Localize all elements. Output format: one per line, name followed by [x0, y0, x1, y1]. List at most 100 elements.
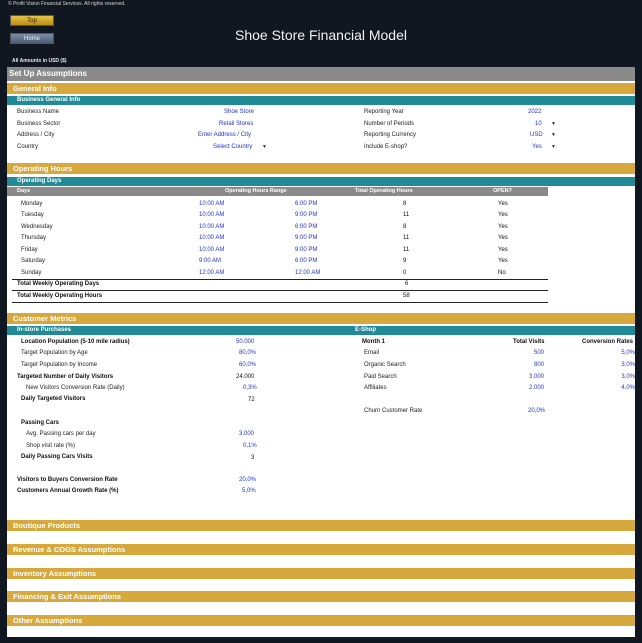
eshop-conversion-field[interactable]: 5,0% — [621, 350, 635, 356]
eshop-visits-field[interactable]: 500 — [534, 350, 544, 356]
total-hours-column-header: Total Operating Hours — [355, 188, 413, 194]
eshop-visits-header: Total Visits — [513, 339, 545, 345]
business-general-info-header: Business General Info — [7, 96, 635, 105]
general-info-header[interactable]: General Info — [7, 83, 635, 94]
eshop-visits-field[interactable]: 3.000 — [529, 374, 544, 380]
close-time[interactable]: 6:00 PM — [295, 201, 317, 207]
target-income-label: Target Population by Income — [21, 362, 98, 368]
target-income-field[interactable]: 60,0% — [239, 362, 256, 368]
close-time[interactable]: 9:00 PM — [295, 247, 317, 253]
close-time[interactable]: 6:00 PM — [295, 258, 317, 264]
open-flag: Yes — [498, 258, 508, 264]
financing-exit-header[interactable]: Financing & Exit Assumptions — [7, 591, 635, 602]
setup-header: Set Up Assumptions — [7, 67, 635, 81]
divider — [12, 290, 548, 291]
shop-visit-rate-field[interactable]: 0,1% — [243, 443, 257, 449]
operating-days-header: Operating Days — [7, 177, 635, 186]
total-hours: 0 — [403, 270, 407, 276]
open-time[interactable]: 10:00 AM — [199, 212, 224, 218]
total-days-value: 6 — [405, 281, 409, 287]
total-hours: 8 — [403, 224, 407, 230]
targeted-visitors-value: 24.000 — [236, 374, 255, 380]
number-of-periods-label: Number of Periods — [364, 121, 415, 127]
day-name: Sunday — [21, 270, 42, 276]
open-time[interactable]: 10:00 AM — [199, 235, 224, 241]
address-city-label: Address / City — [17, 132, 55, 138]
total-hours: 8 — [403, 201, 407, 207]
daily-targeted-label: Daily Targeted Visitors — [21, 396, 86, 402]
reporting-currency-select[interactable]: USD — [530, 132, 543, 138]
eshop-conversion-header: Conversion Rates — [582, 339, 634, 345]
business-name-label: Business Name — [17, 109, 60, 115]
total-hours: 11 — [403, 247, 410, 253]
avg-cars-field[interactable]: 3.000 — [239, 431, 254, 437]
new-conversion-field[interactable]: 0,3% — [243, 385, 257, 391]
new-conversion-label: New Visitors Conversion Rate (Daily) — [26, 385, 125, 391]
reporting-year-label: Reporting Year — [364, 109, 404, 115]
visitors-to-buyers-field[interactable]: 20,0% — [239, 477, 256, 483]
day-name: Tuesday — [21, 212, 44, 218]
target-age-label: Target Population by Age — [21, 350, 88, 356]
open-flag: Yes — [498, 212, 508, 218]
boutique-products-header[interactable]: Boutique Products — [7, 520, 635, 531]
annual-growth-label: Customers Annual Growth Rate (%) — [17, 488, 119, 494]
open-flag: Yes — [498, 247, 508, 253]
revenue-cogs-header[interactable]: Revenue & COGS Assumptions — [7, 544, 635, 555]
page-title: Shoe Store Financial Model — [235, 27, 407, 43]
currency-note: All Amounts in USD ($) — [12, 58, 67, 64]
reporting-year-field[interactable]: 2022 — [528, 109, 541, 115]
number-of-periods-select[interactable]: 10 — [535, 121, 542, 127]
open-time[interactable]: 12:00 AM — [199, 270, 224, 276]
business-name-field[interactable]: Shoe Store — [224, 109, 254, 115]
day-name: Wednesday — [21, 224, 53, 230]
country-dropdown-icon[interactable]: ▼ — [262, 144, 267, 150]
eshop-month-header: Month 1 — [362, 339, 385, 345]
total-hours-label: Total Weekly Operating Hours — [17, 293, 103, 299]
open-time[interactable]: 10:00 AM — [199, 224, 224, 230]
eshop-channel-label: Email — [364, 350, 380, 356]
days-column-header: Days — [17, 188, 31, 194]
open-time[interactable]: 9:00 AM — [199, 258, 221, 264]
churn-rate-label: Churn Customer Rate — [364, 408, 423, 414]
periods-dropdown-icon[interactable]: ▼ — [551, 121, 556, 127]
targeted-visitors-label: Targeted Number of Daily Visitors — [17, 374, 114, 380]
avg-cars-label: Avg. Passing cars per day — [26, 431, 96, 437]
eshop-visits-field[interactable]: 800 — [534, 362, 544, 368]
inventory-header[interactable]: Inventory Assumptions — [7, 568, 635, 579]
customer-metrics-header[interactable]: Customer Metrics — [7, 313, 635, 324]
other-assumptions-header[interactable]: Other Assumptions — [7, 615, 635, 626]
open-flag: Yes — [498, 235, 508, 241]
eshop-conversion-field[interactable]: 4,0% — [621, 385, 635, 391]
annual-growth-field[interactable]: 5,0% — [242, 488, 256, 494]
open-column-header: OPEN? — [493, 188, 512, 194]
eshop-header: E-Shop — [348, 326, 635, 335]
close-time[interactable]: 9:00 PM — [295, 235, 317, 241]
daily-passing-label: Daily Passing Cars Visits — [21, 454, 93, 460]
eshop-channel-label: Affiliates — [364, 385, 387, 391]
location-population-field[interactable]: 50.000 — [236, 339, 254, 345]
operating-hours-header[interactable]: Operating Hours — [7, 163, 635, 174]
eshop-conversion-field[interactable]: 3,0% — [621, 374, 635, 380]
include-eshop-select[interactable]: Yes — [532, 144, 542, 150]
open-time[interactable]: 10:00 AM — [199, 247, 224, 253]
address-city-field[interactable]: Enter Address / City — [198, 132, 251, 138]
daily-targeted-value: 72 — [248, 397, 255, 403]
open-flag: No — [498, 270, 506, 276]
copyright-text: © Profit Vision Financial Services. All … — [8, 1, 126, 7]
close-time[interactable]: 12:00 AM — [295, 270, 320, 276]
country-select[interactable]: Select Country — [213, 144, 252, 150]
range-column-header: Operating Hours Range — [225, 188, 287, 194]
eshop-dropdown-icon[interactable]: ▼ — [551, 144, 556, 150]
eshop-visits-field[interactable]: 2.000 — [529, 385, 544, 391]
close-time[interactable]: 9:00 PM — [295, 212, 317, 218]
open-time[interactable]: 10:00 AM — [199, 201, 224, 207]
eshop-conversion-field[interactable]: 3,0% — [621, 362, 635, 368]
business-sector-field[interactable]: Retail Stores — [219, 121, 253, 127]
currency-dropdown-icon[interactable]: ▼ — [551, 132, 556, 138]
day-name: Saturday — [21, 258, 46, 264]
churn-rate-field[interactable]: 20,0% — [528, 408, 545, 414]
close-time[interactable]: 6:00 PM — [295, 224, 317, 230]
target-age-field[interactable]: 80,0% — [239, 350, 256, 356]
top-button[interactable]: Top — [10, 15, 54, 26]
daily-passing-value: 3 — [251, 455, 255, 461]
